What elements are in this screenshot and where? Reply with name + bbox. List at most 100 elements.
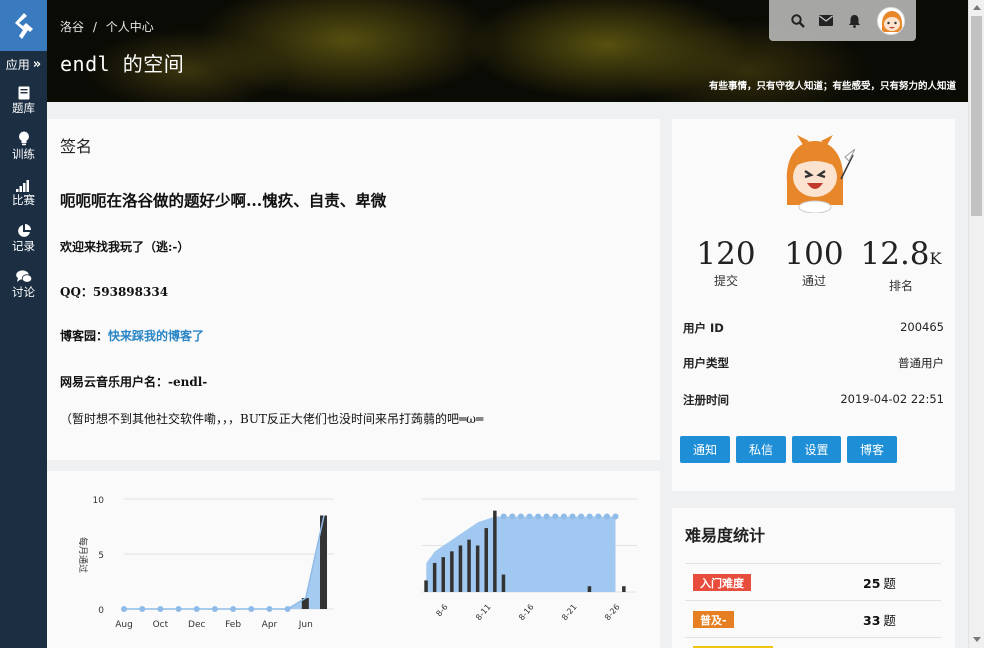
difficulty-count-value: 33 xyxy=(863,613,881,628)
double-chevron-right-icon: » xyxy=(32,57,42,72)
submit-count: 120 xyxy=(696,236,756,272)
comments-icon xyxy=(15,268,32,284)
sidebar-item-problems[interactable]: 题库 xyxy=(0,78,47,118)
settings-button[interactable]: 设置 xyxy=(792,436,841,463)
info-row-uid: 用户 ID 200465 xyxy=(683,320,944,336)
line-point xyxy=(509,513,516,520)
signature-line: 欢迎来找我玩了（逃:-） xyxy=(60,240,190,254)
difficulty-heading: 难易度统计 xyxy=(685,526,766,545)
x-tick-label: Feb xyxy=(225,620,241,630)
bar xyxy=(450,551,454,592)
line-point xyxy=(586,513,593,520)
bell-icon[interactable] xyxy=(847,14,861,28)
series-line xyxy=(124,515,325,610)
scroll-up-arrow-icon[interactable] xyxy=(973,5,981,10)
sidebar-item-contests[interactable]: 比赛 xyxy=(0,164,47,210)
signature-line: （暂时想不到其他社交软件嘞，，，BUT反正大佬们也没时间来吊打蒟蒻的吧═ω═ xyxy=(60,412,484,426)
breadcrumb: 洛谷 / 个人中心 xyxy=(60,18,154,35)
y-tick-label: 5 xyxy=(98,551,104,561)
message-button[interactable]: 私信 xyxy=(736,436,786,463)
monthly-pass-chart: 0 5 10 Aug Oct Dec Feb Apr Jun 每月通过 xyxy=(77,496,334,630)
x-tick-label: Oct xyxy=(153,620,169,630)
signature-card: 签名 呃呃呃在洛谷做的题好少啊...愧疚、自责、卑微 欢迎来找我玩了（逃:-） … xyxy=(47,119,660,460)
difficulty-tag[interactable]: 普及- xyxy=(693,611,734,628)
search-icon[interactable] xyxy=(791,13,805,28)
charts-card: 0510AugOctDecFebAprJun每月通过 08168-68-118-… xyxy=(47,471,660,648)
series-area xyxy=(426,516,616,592)
line-point xyxy=(535,513,542,520)
line-point xyxy=(517,513,524,520)
x-tick-label: Dec xyxy=(188,620,205,630)
sidebar-item-training[interactable]: 训练 xyxy=(0,118,47,164)
bar xyxy=(467,539,471,592)
signature-qq: QQ：593898334 xyxy=(60,285,169,299)
pass-label: 通过 xyxy=(801,274,826,288)
page-scrollbar[interactable] xyxy=(968,0,984,648)
bar xyxy=(493,510,497,592)
y-axis-label: 每月通过 xyxy=(77,537,89,573)
x-tick-label: Apr xyxy=(262,620,278,630)
header-slogan: 有些事情，只有守夜人知道；有些感受，只有努力的人知道 xyxy=(708,81,956,92)
line-point xyxy=(266,606,273,612)
bar xyxy=(484,528,488,592)
breadcrumb-current: 个人中心 xyxy=(105,20,154,34)
x-tick-label: Jun xyxy=(298,620,313,630)
profile-avatar xyxy=(779,133,856,214)
uid-value: 200465 xyxy=(900,320,944,334)
bar xyxy=(424,580,428,592)
bar xyxy=(432,562,437,592)
scroll-thumb[interactable] xyxy=(971,16,982,216)
difficulty-card: 难易度统计 入门难度 25 题 普及- 33 题 xyxy=(672,508,955,648)
breadcrumb-root[interactable]: 洛谷 xyxy=(60,20,84,34)
line-point xyxy=(552,513,559,520)
line-point xyxy=(526,513,533,520)
luogu-logo[interactable] xyxy=(0,0,47,51)
blog-button[interactable]: 博客 xyxy=(847,436,897,463)
difficulty-count-unit: 题 xyxy=(883,613,896,628)
difficulty-row xyxy=(685,637,941,648)
book-icon xyxy=(18,84,30,100)
apps-toggle[interactable]: 应用 » xyxy=(0,51,47,78)
luogu-logo-icon xyxy=(14,12,33,39)
type-label: 用户类型 xyxy=(683,356,729,370)
rank-label: 排名 xyxy=(888,279,913,293)
avatar-image xyxy=(878,7,904,34)
blog-link[interactable]: 快来踩我的博客了 xyxy=(108,329,204,343)
profile-avatar-image xyxy=(786,135,856,214)
info-row-register: 注册时间 2019-04-02 22:51 xyxy=(683,392,944,408)
info-row-type: 用户类型 普通用户 xyxy=(683,355,944,371)
difficulty-tag[interactable]: 入门难度 xyxy=(693,574,751,591)
line-point xyxy=(569,513,576,520)
rank-unit: K xyxy=(929,249,942,268)
sidebar-item-label: 记录 xyxy=(12,239,35,253)
y-tick-label: 0 xyxy=(98,606,104,616)
notify-button[interactable]: 通知 xyxy=(680,436,730,463)
stat-submit: 120 提交 xyxy=(694,237,758,289)
line-point xyxy=(157,606,164,612)
lightbulb-icon xyxy=(18,130,30,146)
line-point xyxy=(230,606,237,612)
user-toolbar xyxy=(769,0,916,41)
x-tick-label: 8-16 xyxy=(517,603,536,623)
signature-line: 呃呃呃在洛谷做的题好少啊...愧疚、自责、卑微 xyxy=(60,191,387,210)
line-point xyxy=(139,606,146,612)
uid-label: 用户 ID xyxy=(683,321,724,335)
line-point xyxy=(211,606,218,612)
line-point xyxy=(595,513,602,520)
page-title: endl 的空间 xyxy=(60,52,185,76)
type-value: 普通用户 xyxy=(898,356,944,370)
x-tick-label: Aug xyxy=(115,620,133,630)
rank-value: 12.8K xyxy=(856,237,946,276)
scroll-down-arrow-icon[interactable] xyxy=(973,637,981,642)
sidebar-item-discuss[interactable]: 讨论 xyxy=(0,256,47,302)
bar xyxy=(501,574,506,592)
sidebar-item-records[interactable]: 记录 xyxy=(0,210,47,256)
user-avatar[interactable] xyxy=(877,6,905,35)
signature-heading: 签名 xyxy=(60,137,93,156)
line-point xyxy=(603,513,610,520)
mail-icon[interactable] xyxy=(819,14,833,28)
submit-label: 提交 xyxy=(713,274,738,288)
bar xyxy=(441,557,445,592)
bar xyxy=(475,545,480,592)
blog-label: 博客园： xyxy=(60,329,109,343)
